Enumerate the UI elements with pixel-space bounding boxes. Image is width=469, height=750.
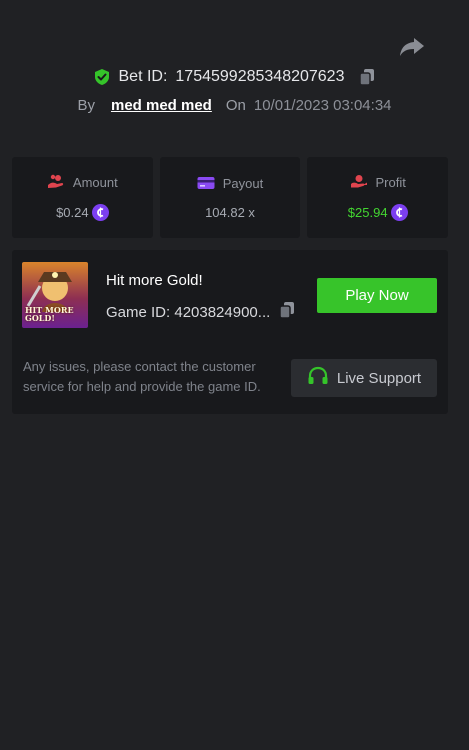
game-name: Hit more Gold! <box>106 272 203 289</box>
copy-game-id-icon[interactable] <box>278 301 296 323</box>
copy-bet-id-icon[interactable] <box>358 68 376 86</box>
game-id-row: Game ID: 4203824900... <box>106 301 296 323</box>
share-icon[interactable] <box>399 36 425 58</box>
coin-icon <box>91 204 109 221</box>
bet-author-row: By med med med On 10/01/2023 03:04:34 <box>0 97 469 114</box>
payout-label: Payout <box>222 175 264 191</box>
game-thumbnail-title: HIT MORE GOLD! <box>25 305 74 323</box>
by-label: By <box>77 97 95 114</box>
bet-detail-page: Bet ID: 1754599285348207623 By med med m… <box>0 0 469 750</box>
bet-stats: Amount $0.24 Payout 104.82 x Profit $25.… <box>12 157 449 238</box>
profit-label: Profit <box>375 174 406 190</box>
support-notice: Any issues, please contact the customer … <box>23 359 261 394</box>
game-thumbnail[interactable]: HIT MORE GOLD! <box>22 262 88 328</box>
amount-label: Amount <box>72 174 118 190</box>
coins-hand-icon <box>47 174 65 190</box>
bet-id-row: Bet ID: 1754599285348207623 <box>0 68 469 86</box>
on-label: On <box>225 97 246 114</box>
username-link[interactable]: med med med <box>111 97 212 114</box>
payout-stat: Payout 104.82 x <box>159 157 301 238</box>
amount-value: $0.24 <box>56 205 89 220</box>
live-support-button[interactable]: Live Support <box>291 359 437 397</box>
headset-icon <box>307 366 329 390</box>
profit-hand-icon <box>350 174 368 190</box>
play-now-button[interactable]: Play Now <box>317 278 437 313</box>
coin-icon <box>390 204 408 221</box>
bet-datetime: 10/01/2023 03:04:34 <box>253 97 392 114</box>
live-support-label: Live Support <box>336 369 422 387</box>
amount-stat: Amount $0.24 <box>12 157 153 238</box>
card-icon <box>197 176 215 190</box>
bet-id-value: 1754599285348207623 <box>175 68 345 85</box>
bet-id-label: Bet ID: <box>118 68 168 85</box>
game-card: HIT MORE GOLD! Hit more Gold! Game ID: 4… <box>12 250 448 414</box>
profit-value: $25.94 <box>347 205 388 220</box>
game-id-text: Game ID: 4203824900... <box>106 303 271 321</box>
payout-value: 104.82 x <box>205 204 255 220</box>
verified-shield-icon <box>93 68 111 86</box>
profit-stat: Profit $25.94 <box>307 157 449 238</box>
